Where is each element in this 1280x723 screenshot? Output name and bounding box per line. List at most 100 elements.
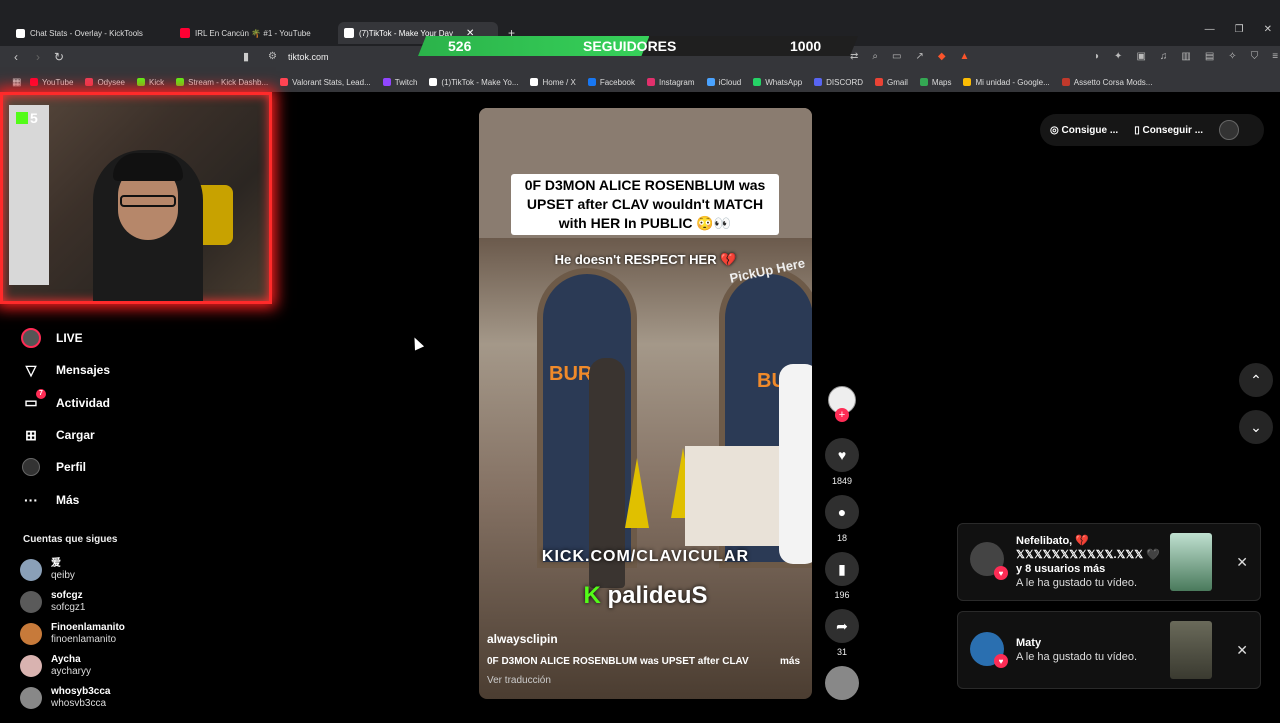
bookmark-item[interactable]: YouTube [30,78,73,87]
bookmark-item[interactable]: Maps [919,78,951,87]
bookmark-item[interactable]: iCloud [706,78,741,87]
bookmark-item[interactable]: Twitch [382,78,417,87]
get-app-button[interactable]: ▯ Conseguir ... [1134,125,1203,136]
forward-icon[interactable]: › [36,50,40,64]
following-item[interactable]: sofcgz sofcgz1 [20,586,125,618]
url-field[interactable]: tiktok.com [288,52,329,62]
comment-button[interactable]: ● 18 [824,495,860,552]
share-button[interactable]: ➦ 31 [824,609,860,666]
following-item[interactable]: Aycha aycharyy [20,650,125,682]
bookmark-item[interactable]: Instagram [646,78,695,87]
streamer-glasses [120,195,176,207]
video-thumbnail[interactable] [1170,533,1212,591]
follow-plus-icon[interactable]: + [835,408,849,422]
bookmark-item[interactable]: Stream - Kick Dashb... [176,78,268,87]
share-icon[interactable]: ↗ [915,51,923,62]
bookmark-item[interactable]: (1)TikTok - Make Yo... [429,78,518,87]
bookmark-item[interactable]: Facebook [587,78,635,87]
kick-channel-watermark: K palideuS [583,582,708,609]
music-disc[interactable] [824,666,860,723]
bookmark-favicon-icon [280,78,289,86]
sidebar-icon[interactable]: ▥ [1181,51,1190,62]
video-description: 0F D3MON ALICE ROSENBLUM was UPSET after… [487,656,749,667]
save-button[interactable]: ▮ 196 [824,552,860,609]
translate-link[interactable]: Ver traducción [487,675,551,686]
bookmark-item[interactable]: Assetto Corsa Mods... [1061,78,1152,87]
bookmark-item[interactable]: Gmail [875,78,908,87]
bookmark-icon[interactable]: ▮ [243,50,249,63]
video-thumbnail[interactable] [1170,621,1212,679]
bookmark-item[interactable]: Mi unidad - Google... [963,78,1050,87]
heart-icon: ♥ [994,566,1008,580]
music-disc-icon [825,666,859,700]
tab-youtube[interactable]: IRL En Cancún 🌴 #1 - YouTube [174,22,334,44]
bookmark-favicon-icon [382,78,391,86]
video-actions: + ♥ 1849 ● 18 ▮ 196 ➦ 31 [824,386,860,723]
get-coins-button[interactable]: ◎ Consigue ... [1050,125,1118,136]
bookmark-item[interactable]: Valorant Stats, Lead... [280,78,371,87]
fridge-shape [9,105,49,285]
kick-logo-icon: K [583,582,608,609]
site-info-icon[interactable]: ⚙ [268,51,277,62]
restore-icon[interactable]: ❐ [1235,24,1244,35]
bookmark-item[interactable]: DISCORD [814,78,863,87]
video-author[interactable]: alwaysclipin [487,632,558,646]
top-right-buttons: ◎ Consigue ... ▯ Conseguir ... [1040,114,1264,146]
previous-video-button[interactable]: ⌃ [1239,363,1273,397]
sidebar-item-messages[interactable]: ▽ Mensajes [20,354,220,386]
sidebar-item-activity[interactable]: ▭ 7 Actividad [20,387,220,419]
rewards-icon[interactable]: ▲ [960,51,970,62]
bookmark-favicon-icon [753,78,762,86]
following-item[interactable]: 爱 qeiby [20,554,125,586]
profile-avatar[interactable] [1219,120,1240,140]
notification-card[interactable]: ♥ Nefelibato, 💔 𝕏𝕏𝕏𝕏𝕏𝕏𝕏𝕏𝕏𝕏𝕏.𝕏𝕏𝕏 🖤 y 8 us… [957,523,1261,601]
bookmark-favicon-icon [963,78,972,86]
reload-icon[interactable]: ↻ [54,50,64,64]
avatar [20,623,42,645]
vpn-icon[interactable]: ⛉ [1251,51,1259,62]
creator-avatar[interactable]: + [824,386,860,438]
bookmark-icon: ▮ [825,552,859,586]
back-icon[interactable]: ‹ [14,50,18,64]
music-icon[interactable]: ♫ [1160,51,1168,62]
bookmark-item[interactable]: Home / X [530,78,576,87]
minimize-icon[interactable]: — [1205,24,1215,35]
close-window-icon[interactable]: ✕ [1264,24,1272,35]
close-icon[interactable]: ✕ [1236,554,1248,571]
ai-icon[interactable]: ✧ [1228,51,1236,62]
notification-card[interactable]: ♥ Maty A le ha gustado tu vídeo. ✕ [957,611,1261,689]
close-icon[interactable]: ✕ [1236,642,1248,659]
bookmark-favicon-icon [85,78,94,86]
tab-chat-stats[interactable]: Chat Stats - Overlay - KickTools [10,22,170,44]
activity-icon: ▭ 7 [20,388,46,414]
comment-icon: ● [825,495,859,529]
following-item[interactable]: whosyb3cca whosvb3cca [20,682,125,714]
extensions-icon[interactable]: ✦ [1114,51,1122,62]
more-button[interactable]: más [780,656,800,667]
video-player[interactable]: BUR BUR PickUp Here 0F D3MON ALICE ROSEN… [479,108,812,699]
following-list: 爱 qeiby sofcgz sofcgz1 Finoenlamanito finoe… [20,554,125,714]
window-controls: — ❐ ✕ [1205,24,1272,35]
wallet2-icon[interactable]: ▤ [1205,51,1214,62]
like-button[interactable]: ♥ 1849 [824,438,860,495]
sidebar-item-live[interactable]: LIVE [20,322,220,354]
following-item[interactable]: Finoenlamanito finoenlamanito [20,618,125,650]
brave-shield-icon[interactable]: ◆ [938,51,946,62]
sidebar-item-more[interactable]: ··· Más [20,483,220,515]
tiktok-icon [344,28,354,38]
zoom-icon[interactable]: ⌕ [872,51,878,62]
cast-icon[interactable]: ▭ [892,51,901,62]
bookmark-item[interactable]: WhatsApp [753,78,802,87]
bookmark-favicon-icon [429,78,438,86]
next-video-button[interactable]: ⌄ [1239,410,1273,444]
bookmark-item[interactable]: Kick [137,78,164,87]
notification-text: Nefelibato, 💔 𝕏𝕏𝕏𝕏𝕏𝕏𝕏𝕏𝕏𝕏𝕏.𝕏𝕏𝕏 🖤 y 8 usua… [1016,535,1160,589]
screenshot-icon[interactable]: ▣ [1136,51,1145,62]
heart-icon: ♥ [994,654,1008,668]
sidebar-item-upload[interactable]: ⊞ Cargar [20,419,220,451]
apps-icon[interactable]: ▦ [12,77,21,88]
wallet-icon[interactable]: ◗ [1094,51,1100,62]
bookmark-item[interactable]: Odysee [85,78,125,87]
sidebar-item-profile[interactable]: Perfil [20,451,220,483]
menu-icon[interactable]: ≡ [1272,51,1278,62]
